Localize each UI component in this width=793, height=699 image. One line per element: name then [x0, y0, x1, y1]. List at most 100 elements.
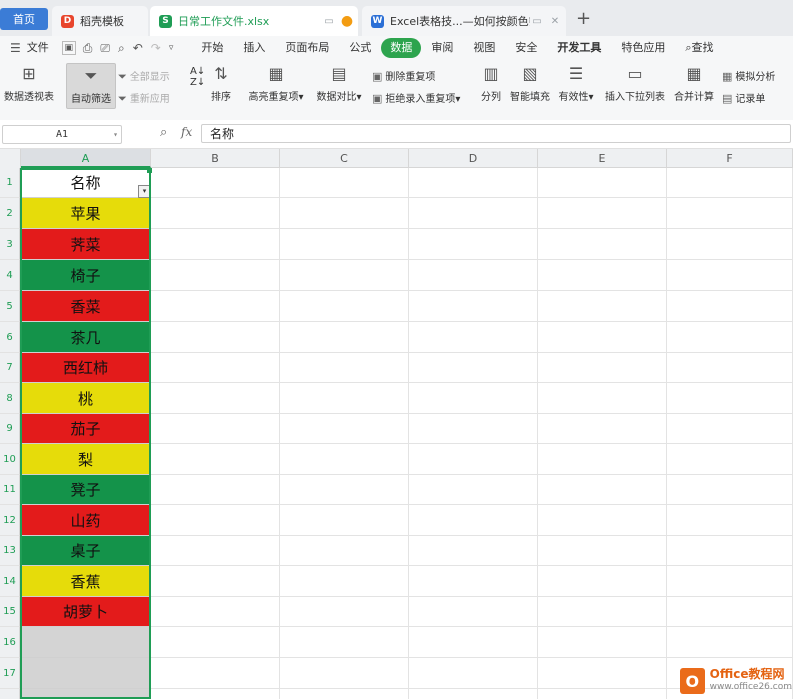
- cell-e16[interactable]: [538, 627, 667, 658]
- menu-insert[interactable]: 插入: [233, 38, 275, 58]
- row-header-16[interactable]: 16: [0, 627, 20, 658]
- column-header-a[interactable]: A: [21, 149, 151, 168]
- cell-f16[interactable]: [667, 627, 793, 658]
- tab-home[interactable]: 首页: [0, 8, 48, 30]
- zoom-lookup-icon[interactable]: ⌕: [160, 125, 167, 140]
- menu-security[interactable]: 安全: [505, 38, 547, 58]
- cell-a9[interactable]: 茄子: [21, 414, 150, 444]
- column-header-b[interactable]: B: [151, 149, 280, 168]
- chevron-down-icon[interactable]: ▾: [113, 126, 118, 143]
- fill-handle[interactable]: [147, 168, 152, 173]
- cell-c4[interactable]: [280, 260, 409, 291]
- cell-c7[interactable]: [280, 353, 409, 383]
- cell-f1[interactable]: [667, 168, 793, 198]
- cell-f2[interactable]: [667, 198, 793, 229]
- cell-b17[interactable]: [151, 658, 280, 689]
- cell-d16[interactable]: [409, 627, 538, 658]
- autofilter-button[interactable]: ⏷ 自动筛选: [66, 63, 116, 109]
- cell-c3[interactable]: [280, 229, 409, 260]
- cell-b3[interactable]: [151, 229, 280, 260]
- cell-f5[interactable]: [667, 291, 793, 322]
- consolidate-button[interactable]: ▦ 合并计算: [673, 64, 715, 103]
- cell-e11[interactable]: [538, 475, 667, 505]
- row-header-7[interactable]: 7: [0, 353, 20, 383]
- redo-icon[interactable]: ↷: [147, 41, 165, 55]
- validity-button[interactable]: ☰ 有效性▾: [556, 64, 596, 103]
- row-header-1[interactable]: 1: [0, 168, 20, 198]
- cell-c14[interactable]: [280, 566, 409, 597]
- cell-a17[interactable]: [21, 658, 150, 689]
- row-header-18[interactable]: 18: [0, 689, 20, 699]
- row-header-15[interactable]: 15: [0, 597, 20, 627]
- cell-c13[interactable]: [280, 536, 409, 566]
- cell-d14[interactable]: [409, 566, 538, 597]
- menu-formula[interactable]: 公式: [339, 38, 381, 58]
- cell-c10[interactable]: [280, 444, 409, 475]
- cell-a2[interactable]: 苹果: [21, 198, 150, 229]
- cell-c18[interactable]: [280, 689, 409, 699]
- cell-e4[interactable]: [538, 260, 667, 291]
- cell-e10[interactable]: [538, 444, 667, 475]
- remove-duplicates-button[interactable]: ▣ 删除重复项: [372, 68, 435, 83]
- new-tab-plus-icon[interactable]: +: [576, 8, 591, 29]
- cell-a5[interactable]: 香菜: [21, 291, 150, 322]
- highlight-duplicates-button[interactable]: ▦ 高亮重复项▾: [246, 64, 306, 103]
- cell-b11[interactable]: [151, 475, 280, 505]
- cell-f9[interactable]: [667, 414, 793, 444]
- cell-e8[interactable]: [538, 383, 667, 414]
- cell-c5[interactable]: [280, 291, 409, 322]
- cell-b18[interactable]: [151, 689, 280, 699]
- reapply-button[interactable]: ⏷ 重新应用: [118, 90, 170, 106]
- cell-c11[interactable]: [280, 475, 409, 505]
- reject-duplicates-button[interactable]: ▣ 拒绝录入重复项▾: [372, 90, 460, 105]
- sort-button[interactable]: ⇅ 排序: [206, 64, 236, 103]
- cell-d8[interactable]: [409, 383, 538, 414]
- cell-e17[interactable]: [538, 658, 667, 689]
- cell-d6[interactable]: [409, 322, 538, 353]
- cell-c6[interactable]: [280, 322, 409, 353]
- cell-b1[interactable]: [151, 168, 280, 198]
- cell-b14[interactable]: [151, 566, 280, 597]
- comment-icon[interactable]: ▭: [530, 16, 544, 27]
- print-preview-icon[interactable]: ⌕: [114, 41, 129, 56]
- data-compare-button[interactable]: ▤ 数据对比▾: [313, 64, 365, 103]
- cell-d2[interactable]: [409, 198, 538, 229]
- row-header-2[interactable]: 2: [0, 198, 20, 229]
- pivot-table-button[interactable]: ⊞ 数据透视表: [3, 64, 55, 103]
- cell-a15[interactable]: 胡萝卜: [21, 597, 150, 627]
- sort-asc-desc-icons[interactable]: A↓ Z↓: [190, 66, 205, 88]
- select-all-corner[interactable]: [0, 149, 21, 169]
- cell-b2[interactable]: [151, 198, 280, 229]
- cell-e14[interactable]: [538, 566, 667, 597]
- name-box[interactable]: A1 ▾: [2, 125, 122, 144]
- cell-d3[interactable]: [409, 229, 538, 260]
- cell-e7[interactable]: [538, 353, 667, 383]
- row-header-8[interactable]: 8: [0, 383, 20, 414]
- cell-a16[interactable]: [21, 627, 150, 658]
- tab-other-doc[interactable]: W Excel表格技...—如何按颜色筛选 ▭ ✕: [362, 6, 566, 36]
- close-tab-icon[interactable]: ✕: [548, 16, 562, 27]
- cell-d17[interactable]: [409, 658, 538, 689]
- cell-a4[interactable]: 椅子: [21, 260, 150, 291]
- tab-template[interactable]: D 稻壳模板: [52, 6, 148, 36]
- cell-e2[interactable]: [538, 198, 667, 229]
- column-header-c[interactable]: C: [280, 149, 409, 168]
- cell-f10[interactable]: [667, 444, 793, 475]
- cell-f11[interactable]: [667, 475, 793, 505]
- menu-start[interactable]: 开始: [191, 38, 233, 58]
- cell-d9[interactable]: [409, 414, 538, 444]
- simulate-analysis-button[interactable]: ▦ 模拟分析: [722, 68, 775, 83]
- row-header-5[interactable]: 5: [0, 291, 20, 322]
- cell-a1[interactable]: 名称: [21, 168, 150, 198]
- spreadsheet-grid[interactable]: A B C D E F 1 名称 2 苹果 3 荠菜 4 椅子 5 香菜 6 茶几 7 西红柿 8 桃 9 茄子 10 梨 11 凳子…: [0, 149, 793, 699]
- cell-e15[interactable]: [538, 597, 667, 627]
- hamburger-menu-icon[interactable]: ☰: [6, 41, 25, 55]
- row-header-10[interactable]: 10: [0, 444, 20, 475]
- cell-b12[interactable]: [151, 505, 280, 536]
- cell-a18[interactable]: [21, 689, 150, 699]
- cell-d4[interactable]: [409, 260, 538, 291]
- column-header-e[interactable]: E: [538, 149, 667, 168]
- cell-f15[interactable]: [667, 597, 793, 627]
- row-header-11[interactable]: 11: [0, 475, 20, 505]
- smart-fill-button[interactable]: ▧ 智能填充: [509, 64, 551, 103]
